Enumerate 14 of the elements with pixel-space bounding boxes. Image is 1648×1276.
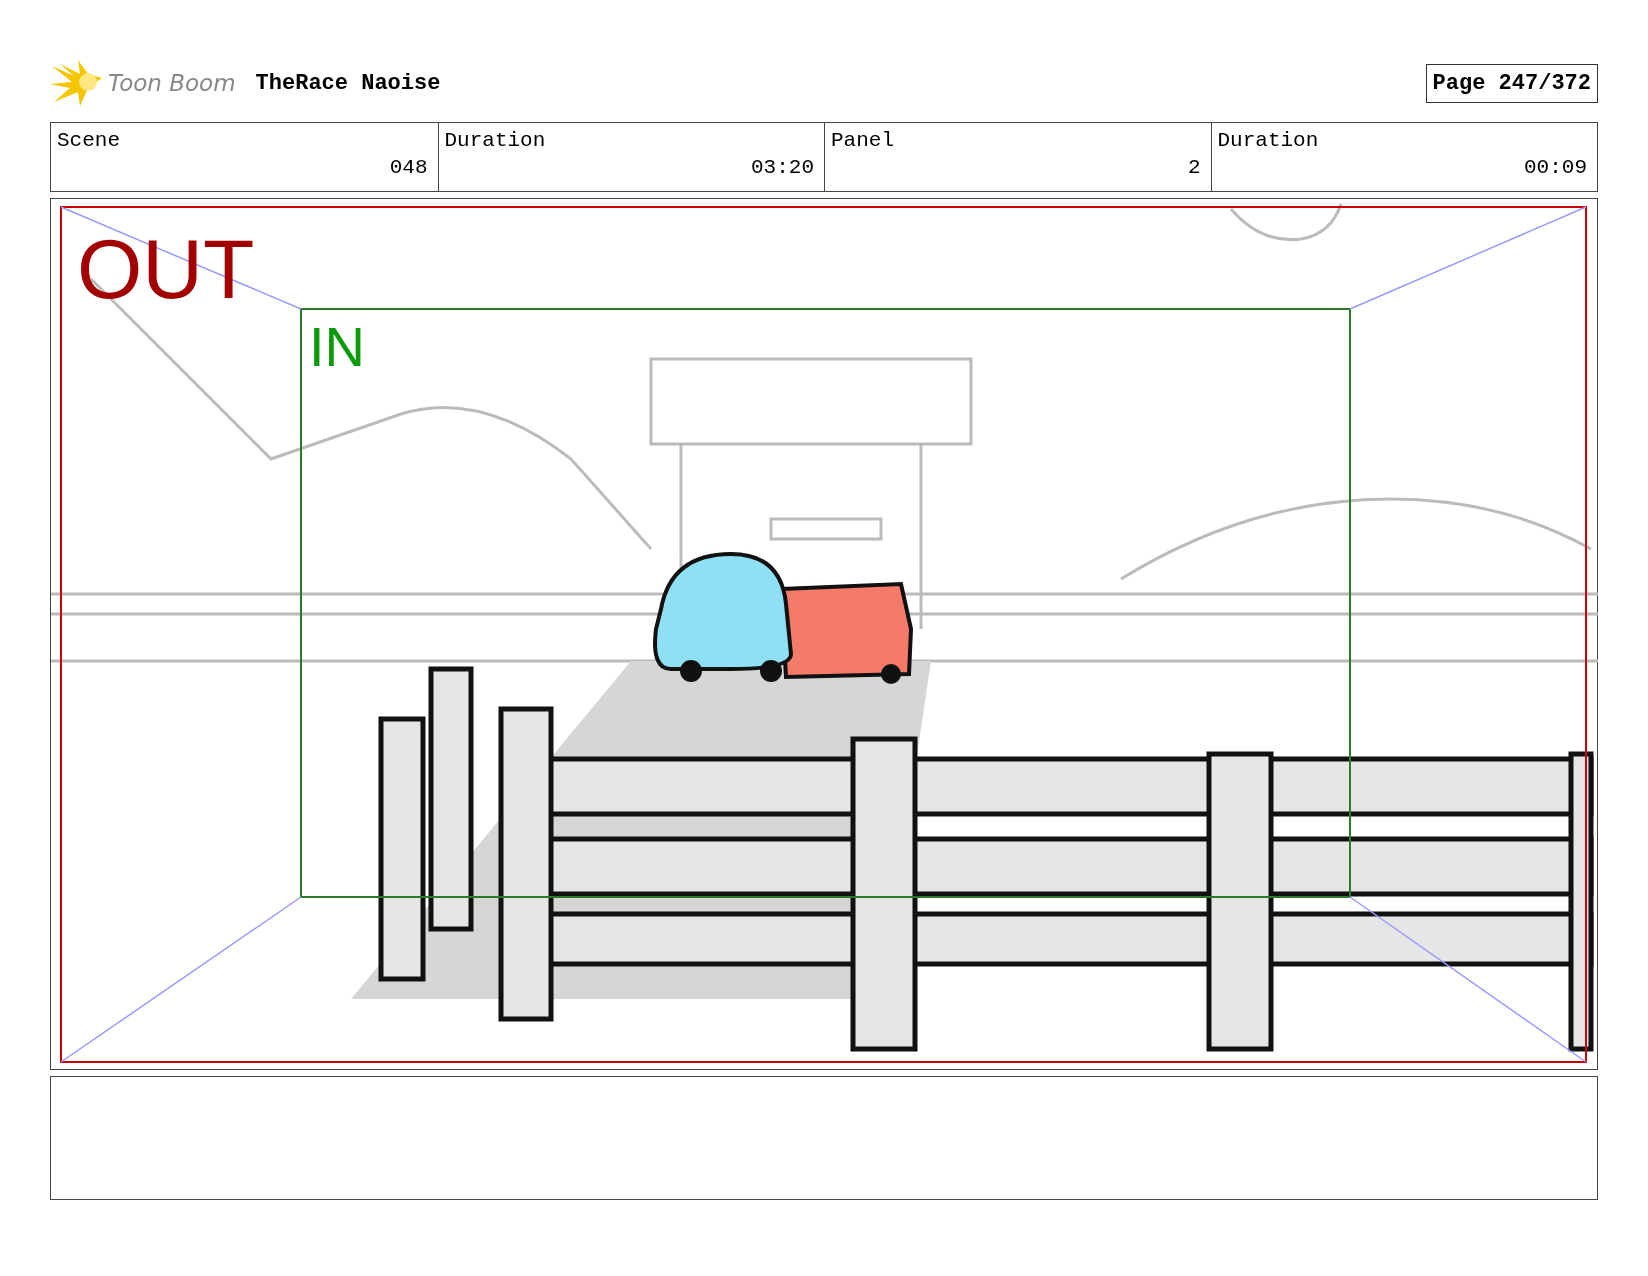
project-title: TheRace Naoise xyxy=(255,70,441,96)
table-cell-text: 048 xyxy=(388,156,428,179)
column-header: Panel xyxy=(831,129,895,152)
column-header: Duration xyxy=(444,129,547,152)
out-label: OUT xyxy=(77,227,255,311)
page-number: Page 247/372 xyxy=(1425,63,1598,103)
table-cell-text: 03:20 xyxy=(750,156,814,179)
column-header: Scene xyxy=(57,129,121,152)
table-cell-text: 00:09 xyxy=(1523,156,1587,179)
table-cell-text: 2 xyxy=(1186,156,1201,179)
star-logo-icon xyxy=(50,58,104,108)
logo-text: Toon Boom xyxy=(108,70,236,96)
in-label: IN xyxy=(309,319,365,375)
column-header: Duration xyxy=(1217,129,1320,152)
